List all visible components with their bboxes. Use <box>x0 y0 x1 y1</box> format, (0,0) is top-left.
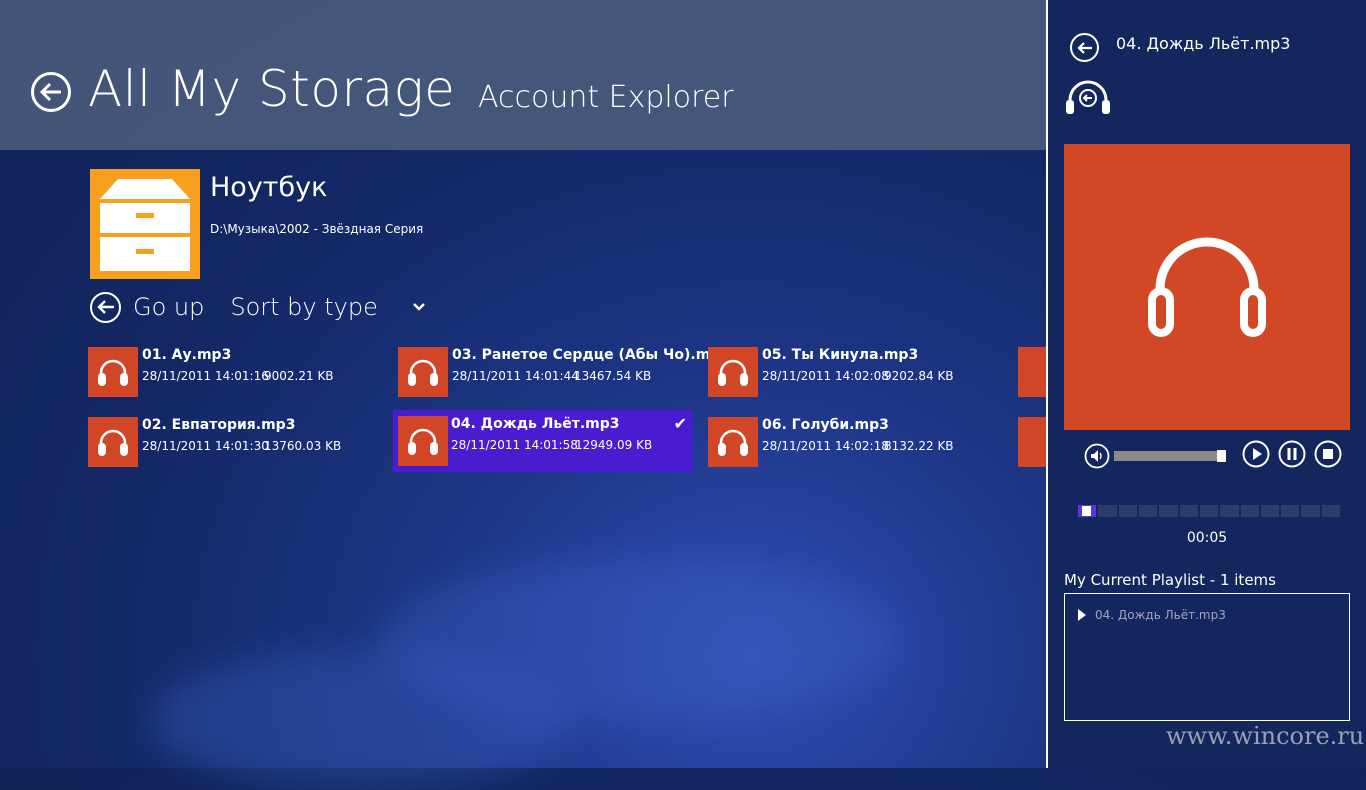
playlist-item[interactable]: 04. Дождь Льёт.mp3 <box>1077 608 1226 622</box>
headphones-icon <box>98 359 128 386</box>
file-thumb <box>398 416 448 466</box>
album-art <box>1064 144 1350 430</box>
progress-segment <box>1199 505 1219 517</box>
volume-button[interactable] <box>1084 443 1110 473</box>
file-tile[interactable]: 03. Ранетое Сердце (Абы Чо).mp3 28/11/201… <box>398 341 730 403</box>
file-tile[interactable]: 04. Дождь Льёт.mp3 28/11/2011 14:01:58 129… <box>393 410 693 472</box>
play-icon <box>1242 440 1270 468</box>
arrow-left-icon <box>90 291 121 323</box>
file-date: 28/11/2011 14:02:08 <box>762 369 889 383</box>
file-thumb <box>398 347 448 397</box>
file-thumb-partial[interactable] <box>1018 347 1046 397</box>
progress-segment <box>1301 505 1320 517</box>
stop-button[interactable] <box>1314 440 1342 472</box>
file-size: 9202.84 KB <box>884 369 954 383</box>
headphones-icon <box>1148 237 1266 337</box>
file-date: 28/11/2011 14:01:58 <box>451 438 578 452</box>
stop-icon <box>1314 440 1342 468</box>
progress-segment <box>1078 505 1097 517</box>
file-tile[interactable]: 01. Ау.mp3 28/11/2011 14:01:16 9002.21 KB <box>88 341 388 403</box>
arrow-left-icon <box>39 82 61 102</box>
file-name: 06. Голуби.mp3 <box>762 417 889 433</box>
headphones-icon <box>408 359 438 386</box>
progress-segment <box>1321 505 1341 517</box>
pause-icon <box>1278 440 1306 468</box>
progress-segment <box>1159 505 1178 517</box>
chevron-down-icon <box>413 303 425 311</box>
file-size: 9002.21 KB <box>264 369 334 383</box>
file-date: 28/11/2011 14:01:30 <box>142 439 269 453</box>
playlist-item-label: 04. Дождь Льёт.mp3 <box>1095 608 1226 622</box>
go-up-label: Go up <box>133 293 205 321</box>
file-tile[interactable]: 05. Ты Кинула.mp3 28/11/2011 14:02:08 9202… <box>708 341 1008 403</box>
file-name: 01. Ау.mp3 <box>142 347 232 363</box>
file-date: 28/11/2011 14:01:16 <box>142 369 269 383</box>
file-name: 02. Евпатория.mp3 <box>142 417 296 433</box>
progress-segment <box>1138 505 1158 517</box>
watermark: www.wincore.ru <box>1166 722 1365 750</box>
back-button[interactable] <box>31 72 71 112</box>
file-date: 28/11/2011 14:02:18 <box>762 439 889 453</box>
arrow-left-icon <box>1076 41 1092 54</box>
file-thumb <box>88 417 138 467</box>
file-name: 04. Дождь Льёт.mp3 <box>451 416 620 432</box>
sort-dropdown[interactable]: Sort by type <box>230 293 426 321</box>
file-size: 13467.54 KB <box>574 369 652 383</box>
file-thumb <box>708 347 758 397</box>
now-playing-title: 04. Дождь Льёт.mp3 <box>1116 34 1291 53</box>
progress-segment <box>1118 505 1137 517</box>
section-title: Account Explorer <box>478 80 734 115</box>
app-header: All My Storage Account Explorer <box>0 0 1046 150</box>
progress-segment <box>1098 505 1117 517</box>
playlist-box: 04. Дождь Льёт.mp3 <box>1064 593 1350 721</box>
file-name: 05. Ты Кинула.mp3 <box>762 347 919 363</box>
panel-back-button[interactable] <box>1070 33 1099 62</box>
file-size: 13760.03 KB <box>264 439 342 453</box>
headphones-icon <box>408 428 438 455</box>
progress-segment <box>1179 505 1198 517</box>
folder-name: Ноутбук <box>210 172 328 203</box>
speaker-icon <box>1084 443 1110 469</box>
headphones-icon <box>718 359 748 386</box>
seek-bar[interactable] <box>1114 450 1226 462</box>
checkmark-icon: ✔ <box>673 414 687 433</box>
archive-drawer-icon <box>90 169 200 279</box>
go-up-button[interactable]: Go up <box>90 291 205 323</box>
elapsed-time: 00:05 <box>1186 530 1228 546</box>
play-indicator-icon <box>1078 609 1086 621</box>
headphones-icon <box>98 429 128 456</box>
file-thumb <box>708 417 758 467</box>
file-size: 8132.22 KB <box>884 439 954 453</box>
progress-segment <box>1220 505 1239 517</box>
progress-segment <box>1281 505 1300 517</box>
headphones-icon <box>718 429 748 456</box>
file-tile[interactable]: 06. Голуби.mp3 28/11/2011 14:02:18 8132.22… <box>708 411 1008 473</box>
progress-segment <box>1260 505 1280 517</box>
sort-label: Sort by type <box>230 293 378 321</box>
file-size: 12949.09 KB <box>575 438 653 452</box>
file-thumb <box>88 347 138 397</box>
file-tile[interactable]: 02. Евпатория.mp3 28/11/2011 14:01:30 1376… <box>88 411 388 473</box>
pause-button[interactable] <box>1278 440 1306 472</box>
progress-track[interactable] <box>1078 505 1341 517</box>
headphones-back-icon[interactable] <box>1064 80 1112 120</box>
background-cloud <box>150 650 570 790</box>
seek-thumb[interactable] <box>1217 450 1226 462</box>
playlist-title: My Current Playlist - 1 items <box>1064 571 1276 589</box>
progress-segment <box>1240 505 1259 517</box>
play-button[interactable] <box>1242 440 1270 472</box>
file-date: 28/11/2011 14:01:44 <box>452 369 579 383</box>
file-name: 03. Ранетое Сердце (Абы Чо).mp3 <box>452 347 731 363</box>
folder-path: D:\Музыка\2002 - Звёздная Серия <box>210 222 424 236</box>
player-panel: 04. Дождь Льёт.mp3 00:05 My Current Play… <box>1046 0 1366 768</box>
nav-row: Go up Sort by type <box>90 290 426 324</box>
app-title: All My Storage <box>88 60 456 118</box>
file-thumb-partial[interactable] <box>1018 417 1046 467</box>
